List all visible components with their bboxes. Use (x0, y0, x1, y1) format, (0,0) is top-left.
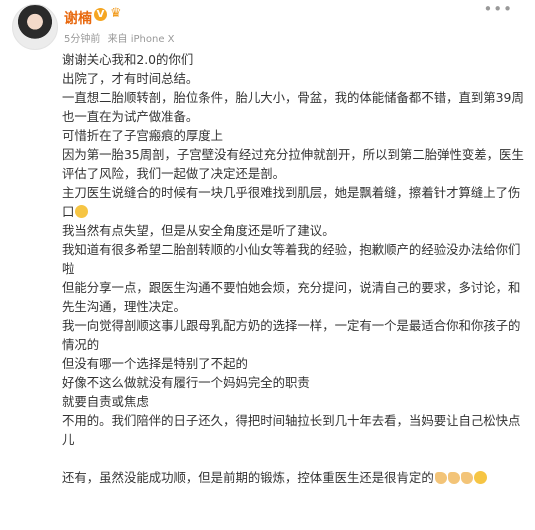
content-line: 出院了，才有时间总结。 (62, 71, 199, 86)
crown-icon: ♛ (110, 6, 122, 21)
content-line: 因为第一胎35周剖，子宫壁没有经过充分拉伸就剖开，所以到第二胎弹性变差，医生评估… (62, 147, 524, 181)
clap-emoji-icon (460, 472, 473, 484)
content-line: 一直想二胎顺转剖，胎位条件，胎儿大小，骨盆，我的体能储备都不错，直到第39周也一… (62, 90, 524, 124)
content-line: 还有，虽然没能成功顺，但是前期的锻炼，控体重医生还是很肯定的 (62, 468, 528, 487)
avatar[interactable] (12, 4, 58, 50)
content-line: 我当然有点失望，但是从安全角度还是听了建议。 (62, 223, 335, 238)
laughing-emoji-icon (75, 205, 89, 218)
content-line: 但能分享一点，跟医生沟通不要怕她会烦，充分提问，说清自己的要求，多讨论，和先生沟… (62, 280, 521, 314)
content-line: 好像不这么做就没有履行一个妈妈完全的职责 (62, 375, 310, 390)
content-line-text: 还有，虽然没能成功顺，但是前期的锻炼，控体重医生还是很肯定的 (62, 470, 434, 485)
post-time: 5分钟前 (64, 34, 101, 45)
post-meta: 5分钟前 来自 iPhone X (64, 30, 179, 45)
clap-emoji-icon (447, 472, 460, 484)
smile-emoji-icon (473, 471, 487, 484)
content-line: 谢谢关心我和2.0的你们 (62, 52, 194, 67)
post-source: 来自 iPhone X (107, 34, 175, 45)
content-line: 可惜折在了子宫瘢痕的厚度上 (62, 128, 224, 143)
content-line: 但没有哪一个选择是特别了不起的 (62, 356, 248, 371)
content-line: 我知道有很多希望二胎剖转顺的小仙女等着我的经验，抱歉顺产的经验没办法给你们啦 (62, 242, 521, 276)
verified-badge-icon: V (94, 8, 107, 21)
content-line: 就要自责或焦虑 (62, 394, 149, 409)
content-line-text: 主刀医生说缝合的时候有一块几乎很难找到肌层，她是飘着缝，擦着针才算缝上了伤口 (62, 185, 521, 219)
post-header: 谢楠 V ♛ 5分钟前 来自 iPhone X ••• (0, 0, 535, 52)
post-content: 谢谢关心我和2.0的你们 出院了，才有时间总结。 一直想二胎顺转剖，胎位条件，胎… (62, 50, 528, 487)
clap-emoji-icon (434, 472, 447, 484)
content-line: 主刀医生说缝合的时候有一块几乎很难找到肌层，她是飘着缝，擦着针才算缝上了伤口 (62, 183, 528, 221)
content-line: 不用的。我们陪伴的日子还久，得把时间轴拉长到几十年去看，当妈要让自己松快点儿 (62, 413, 521, 447)
more-options-icon[interactable]: ••• (483, 0, 513, 18)
author-name[interactable]: 谢楠 (64, 8, 92, 28)
content-line: 我一向觉得剖顺这事儿跟母乳配方奶的选择一样，一定有一个是最适合你和你孩子的情况的 (62, 318, 521, 352)
